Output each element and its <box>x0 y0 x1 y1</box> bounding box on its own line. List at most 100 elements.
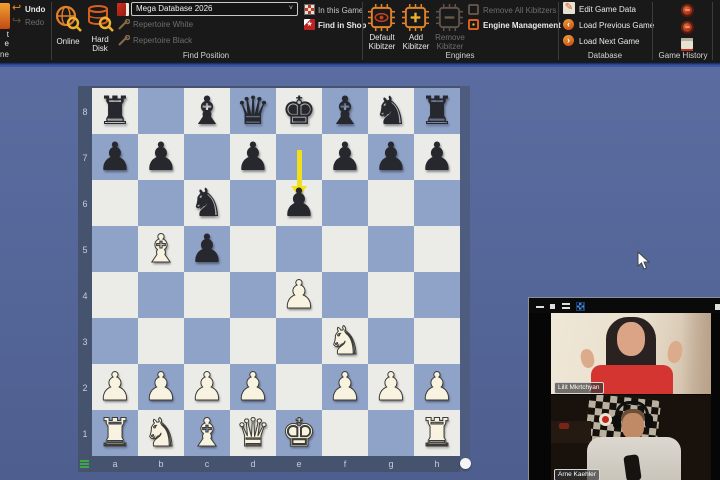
restore-icon[interactable] <box>550 304 555 309</box>
square-c3[interactable] <box>184 318 230 364</box>
game-history-button-1[interactable] <box>681 4 694 17</box>
square-f4[interactable] <box>322 272 368 318</box>
white-pawn-c2[interactable]: ♟ <box>184 364 230 410</box>
board-resize-handle[interactable] <box>460 458 471 469</box>
undo-button[interactable]: ↩ Undo <box>12 3 50 15</box>
square-h3[interactable] <box>414 318 460 364</box>
minimize-icon[interactable] <box>536 306 544 308</box>
black-pawn-h7[interactable]: ♟ <box>414 134 460 180</box>
participant-left-hand <box>579 348 596 369</box>
square-a6[interactable] <box>92 180 138 226</box>
square-f1[interactable] <box>322 410 368 456</box>
square-g4[interactable] <box>368 272 414 318</box>
white-bishop-c1[interactable]: ♝ <box>184 410 230 456</box>
black-bishop-f8[interactable]: ♝ <box>322 88 368 134</box>
grid-view-icon[interactable] <box>576 302 585 311</box>
reference-database-dropdown[interactable]: Mega Database 2026 ˅ <box>131 2 298 16</box>
white-bishop-b5[interactable]: ♝ <box>138 226 184 272</box>
square-g5[interactable] <box>368 226 414 272</box>
white-rook-a1[interactable]: ♜ <box>92 410 138 456</box>
titlebar-right-icon[interactable] <box>715 304 720 310</box>
square-b4[interactable] <box>138 272 184 318</box>
video-feed-bottom[interactable]: Arne Kaehler <box>551 395 711 480</box>
black-pawn-e6[interactable]: ♟ <box>276 180 322 226</box>
online-button[interactable]: Online <box>53 4 83 46</box>
square-d4[interactable] <box>230 272 276 318</box>
load-previous-game-label: Load Previous Game <box>579 21 654 30</box>
default-kibitzer-button[interactable]: Default Kibitzer <box>366 4 398 48</box>
white-pawn-a2[interactable]: ♟ <box>92 364 138 410</box>
square-e5[interactable] <box>276 226 322 272</box>
square-e3[interactable] <box>276 318 322 364</box>
board-menu-icon[interactable] <box>80 460 89 468</box>
black-knight-g8[interactable]: ♞ <box>368 88 414 134</box>
black-pawn-f7[interactable]: ♟ <box>322 134 368 180</box>
square-d6[interactable] <box>230 180 276 226</box>
square-h5[interactable] <box>414 226 460 272</box>
square-b8[interactable] <box>138 88 184 134</box>
black-rook-h8[interactable]: ♜ <box>414 88 460 134</box>
repertoire-white-button[interactable]: Repertoire White <box>118 19 298 31</box>
black-pawn-g7[interactable]: ♟ <box>368 134 414 180</box>
video-feed-top[interactable]: Lilit Mkrtchyan <box>551 313 711 394</box>
square-b3[interactable] <box>138 318 184 364</box>
white-pawn-e4[interactable]: ♟ <box>276 272 322 318</box>
square-c7[interactable] <box>184 134 230 180</box>
white-king-e1[interactable]: ♚ <box>276 410 322 456</box>
find-in-shop-button[interactable]: ★ Find in Shop <box>304 19 360 31</box>
white-knight-b1[interactable]: ♞ <box>138 410 184 456</box>
black-pawn-a7[interactable]: ♟ <box>92 134 138 180</box>
square-a4[interactable] <box>92 272 138 318</box>
black-queen-d8[interactable]: ♛ <box>230 88 276 134</box>
black-pawn-b7[interactable]: ♟ <box>138 134 184 180</box>
white-pawn-f2[interactable]: ♟ <box>322 364 368 410</box>
hard-disk-button[interactable]: Hard Disk <box>85 4 115 56</box>
load-next-game-button[interactable]: › Load Next Game <box>563 35 649 48</box>
repertoire-black-button[interactable]: Repertoire Black <box>118 35 298 47</box>
white-knight-f3[interactable]: ♞ <box>322 318 368 364</box>
square-h6[interactable] <box>414 180 460 226</box>
square-h4[interactable] <box>414 272 460 318</box>
engine-management-button[interactable]: Engine Management <box>468 19 558 31</box>
remove-all-kibitzers-button[interactable]: Remove All Kibitzers <box>468 4 558 16</box>
white-rook-h1[interactable]: ♜ <box>414 410 460 456</box>
remove-kibitzer-button[interactable]: Remove Kibitzer <box>434 4 466 48</box>
white-pawn-b2[interactable]: ♟ <box>138 364 184 410</box>
load-previous-game-button[interactable]: ‹ Load Previous Game <box>563 19 649 32</box>
background-wall <box>681 313 711 394</box>
square-f5[interactable] <box>322 226 368 272</box>
cut-off-button-icon[interactable] <box>0 3 10 29</box>
white-queen-d1[interactable]: ♛ <box>230 410 276 456</box>
edit-game-data-button[interactable]: ✎ Edit Game Data <box>563 3 649 16</box>
video-call-titlebar[interactable] <box>529 298 720 313</box>
black-knight-c6[interactable]: ♞ <box>184 180 230 226</box>
white-pawn-h2[interactable]: ♟ <box>414 364 460 410</box>
square-e2[interactable] <box>276 364 322 410</box>
square-a3[interactable] <box>92 318 138 364</box>
find-position-group-label: Find Position <box>120 51 292 60</box>
black-rook-a8[interactable]: ♜ <box>92 88 138 134</box>
square-g6[interactable] <box>368 180 414 226</box>
square-g3[interactable] <box>368 318 414 364</box>
white-pawn-d2[interactable]: ♟ <box>230 364 276 410</box>
redo-button[interactable]: ↪ Redo <box>12 16 50 28</box>
square-a5[interactable] <box>92 226 138 272</box>
square-d3[interactable] <box>230 318 276 364</box>
white-pawn-g2[interactable]: ♟ <box>368 364 414 410</box>
black-bishop-c8[interactable]: ♝ <box>184 88 230 134</box>
square-d5[interactable] <box>230 226 276 272</box>
menu-icon[interactable] <box>562 303 570 309</box>
game-history-document-icon[interactable] <box>681 38 693 51</box>
in-this-game-button[interactable]: In this Game <box>304 4 360 16</box>
black-pawn-c5[interactable]: ♟ <box>184 226 230 272</box>
file-label-f: f <box>322 459 368 469</box>
add-kibitzer-button[interactable]: Add Kibitzer <box>400 4 432 48</box>
black-pawn-d7[interactable]: ♟ <box>230 134 276 180</box>
game-history-button-2[interactable] <box>681 21 694 34</box>
square-g1[interactable] <box>368 410 414 456</box>
engines-group-label: Engines <box>400 51 520 60</box>
square-b6[interactable] <box>138 180 184 226</box>
square-c4[interactable] <box>184 272 230 318</box>
black-king-e8[interactable]: ♚ <box>276 88 322 134</box>
square-f6[interactable] <box>322 180 368 226</box>
